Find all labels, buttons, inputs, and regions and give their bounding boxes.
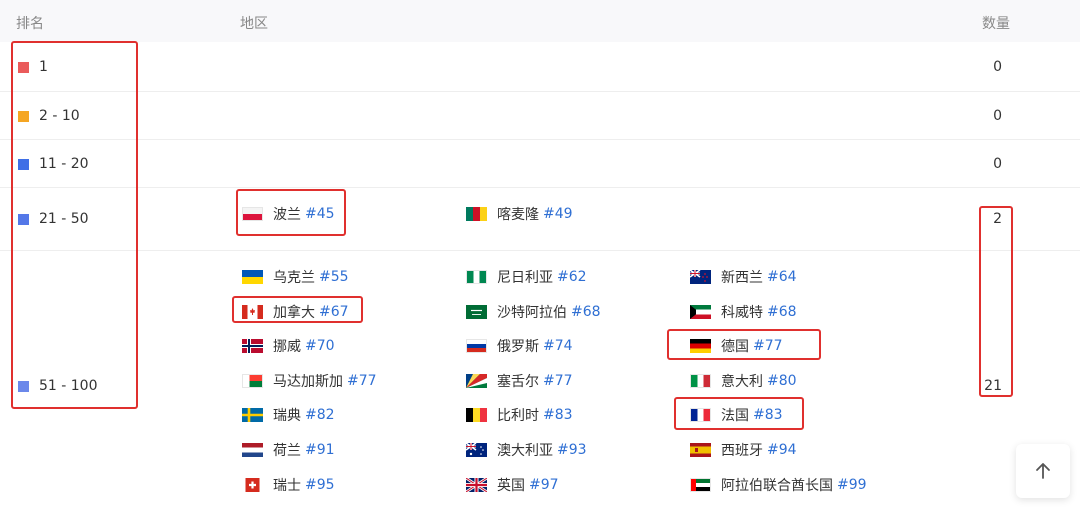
seychelles-flag-icon	[466, 374, 487, 388]
country-name: 瑞典	[273, 408, 301, 424]
country-rank: #82	[305, 407, 335, 423]
norway-flag-icon	[242, 339, 263, 353]
country-rank: #83	[543, 407, 573, 423]
country-rank: #62	[557, 269, 587, 285]
madagascar-flag-icon	[242, 374, 263, 388]
country-name: 瑞士	[273, 478, 301, 494]
country-name: 俄罗斯	[497, 339, 539, 355]
country-rank: #68	[767, 304, 797, 320]
france-highlight	[674, 397, 804, 430]
region-column-header: 地区	[240, 16, 268, 32]
country-item-norway[interactable]: 挪威 #70	[242, 336, 335, 356]
country-item-new-zealand[interactable]: 新西兰 #64	[690, 267, 797, 287]
count-column-highlight	[979, 206, 1013, 397]
country-name: 科威特	[721, 305, 763, 321]
country-name: 塞舌尔	[497, 374, 539, 390]
country-name: 新西兰	[721, 270, 763, 286]
switzerland-flag-icon	[242, 478, 263, 492]
country-item-kuwait[interactable]: 科威特 #68	[690, 302, 797, 322]
italy-flag-icon	[690, 374, 711, 388]
country-item-saudi-arabia[interactable]: 沙特阿拉伯 #68	[466, 302, 601, 322]
arrow-up-icon	[1036, 463, 1050, 479]
country-item-cameroon[interactable]: 喀麦隆 #49	[466, 204, 573, 224]
sweden-flag-icon	[242, 408, 263, 422]
country-item-switzerland[interactable]: 瑞士 #95	[242, 475, 335, 495]
country-item-nigeria[interactable]: 尼日利亚 #62	[466, 267, 587, 287]
country-rank: #93	[557, 442, 587, 458]
country-name: 乌克兰	[273, 270, 315, 286]
country-name: 喀麦隆	[497, 207, 539, 223]
country-item-uae[interactable]: 阿拉伯联合酋长国 #99	[690, 475, 867, 495]
country-rank: #55	[319, 269, 349, 285]
count-cell: 0	[993, 156, 1002, 172]
netherlands-flag-icon	[242, 443, 263, 457]
country-name: 尼日利亚	[497, 270, 553, 286]
canada-highlight	[232, 296, 363, 323]
country-rank: #95	[305, 477, 335, 493]
spain-flag-icon	[690, 443, 711, 457]
country-item-uk[interactable]: 英国 #97	[466, 475, 559, 495]
country-name: 英国	[497, 478, 525, 494]
table-row: 2 - 10 0	[0, 92, 1080, 140]
country-name: 西班牙	[721, 443, 763, 459]
country-rank: #77	[543, 373, 573, 389]
country-name: 沙特阿拉伯	[497, 305, 567, 321]
country-rank: #99	[837, 477, 867, 493]
count-cell: 0	[993, 108, 1002, 124]
russia-flag-icon	[466, 339, 487, 353]
country-name: 澳大利亚	[497, 443, 553, 459]
saudi-arabia-flag-icon	[466, 305, 487, 319]
country-name: 意大利	[721, 374, 763, 390]
country-name: 马达加斯加	[273, 374, 343, 390]
back-to-top-button[interactable]	[1016, 444, 1070, 498]
table-row: 11 - 20 0	[0, 140, 1080, 188]
uae-flag-icon	[690, 478, 711, 492]
country-rank: #68	[571, 304, 601, 320]
table-header: 排名 地区 数量	[0, 0, 1080, 42]
count-cell: 0	[993, 59, 1002, 75]
country-rank: #74	[543, 338, 573, 354]
country-rank: #91	[305, 442, 335, 458]
country-rank: #94	[767, 442, 797, 458]
belgium-flag-icon	[466, 408, 487, 422]
country-name: 挪威	[273, 339, 301, 355]
table-row: 1 0	[0, 43, 1080, 92]
country-name: 比利时	[497, 408, 539, 424]
count-column-header: 数量	[982, 16, 1010, 32]
germany-highlight	[667, 329, 821, 360]
ukraine-flag-icon	[242, 270, 263, 284]
new-zealand-flag-icon	[690, 270, 711, 284]
country-item-russia[interactable]: 俄罗斯 #74	[466, 336, 573, 356]
rank-column-highlight	[11, 41, 138, 409]
country-name: 阿拉伯联合酋长国	[721, 478, 833, 494]
country-item-madagascar[interactable]: 马达加斯加 #77	[242, 371, 377, 391]
country-rank: #77	[347, 373, 377, 389]
australia-flag-icon	[466, 443, 487, 457]
country-name: 荷兰	[273, 443, 301, 459]
uk-flag-icon	[466, 478, 487, 492]
country-item-belgium[interactable]: 比利时 #83	[466, 405, 573, 425]
rank-column-header: 排名	[16, 16, 44, 32]
country-item-spain[interactable]: 西班牙 #94	[690, 440, 797, 460]
country-rank: #97	[529, 477, 559, 493]
poland-highlight	[236, 189, 346, 236]
country-rank: #70	[305, 338, 335, 354]
country-item-australia[interactable]: 澳大利亚 #93	[466, 440, 587, 460]
nigeria-flag-icon	[466, 270, 487, 284]
country-rank: #49	[543, 206, 573, 222]
country-rank: #80	[767, 373, 797, 389]
country-item-ukraine[interactable]: 乌克兰 #55	[242, 267, 349, 287]
country-rank: #64	[767, 269, 797, 285]
country-item-seychelles[interactable]: 塞舌尔 #77	[466, 371, 573, 391]
country-item-italy[interactable]: 意大利 #80	[690, 371, 797, 391]
kuwait-flag-icon	[690, 305, 711, 319]
country-item-sweden[interactable]: 瑞典 #82	[242, 405, 335, 425]
country-item-netherlands[interactable]: 荷兰 #91	[242, 440, 335, 460]
cameroon-flag-icon	[466, 207, 487, 221]
